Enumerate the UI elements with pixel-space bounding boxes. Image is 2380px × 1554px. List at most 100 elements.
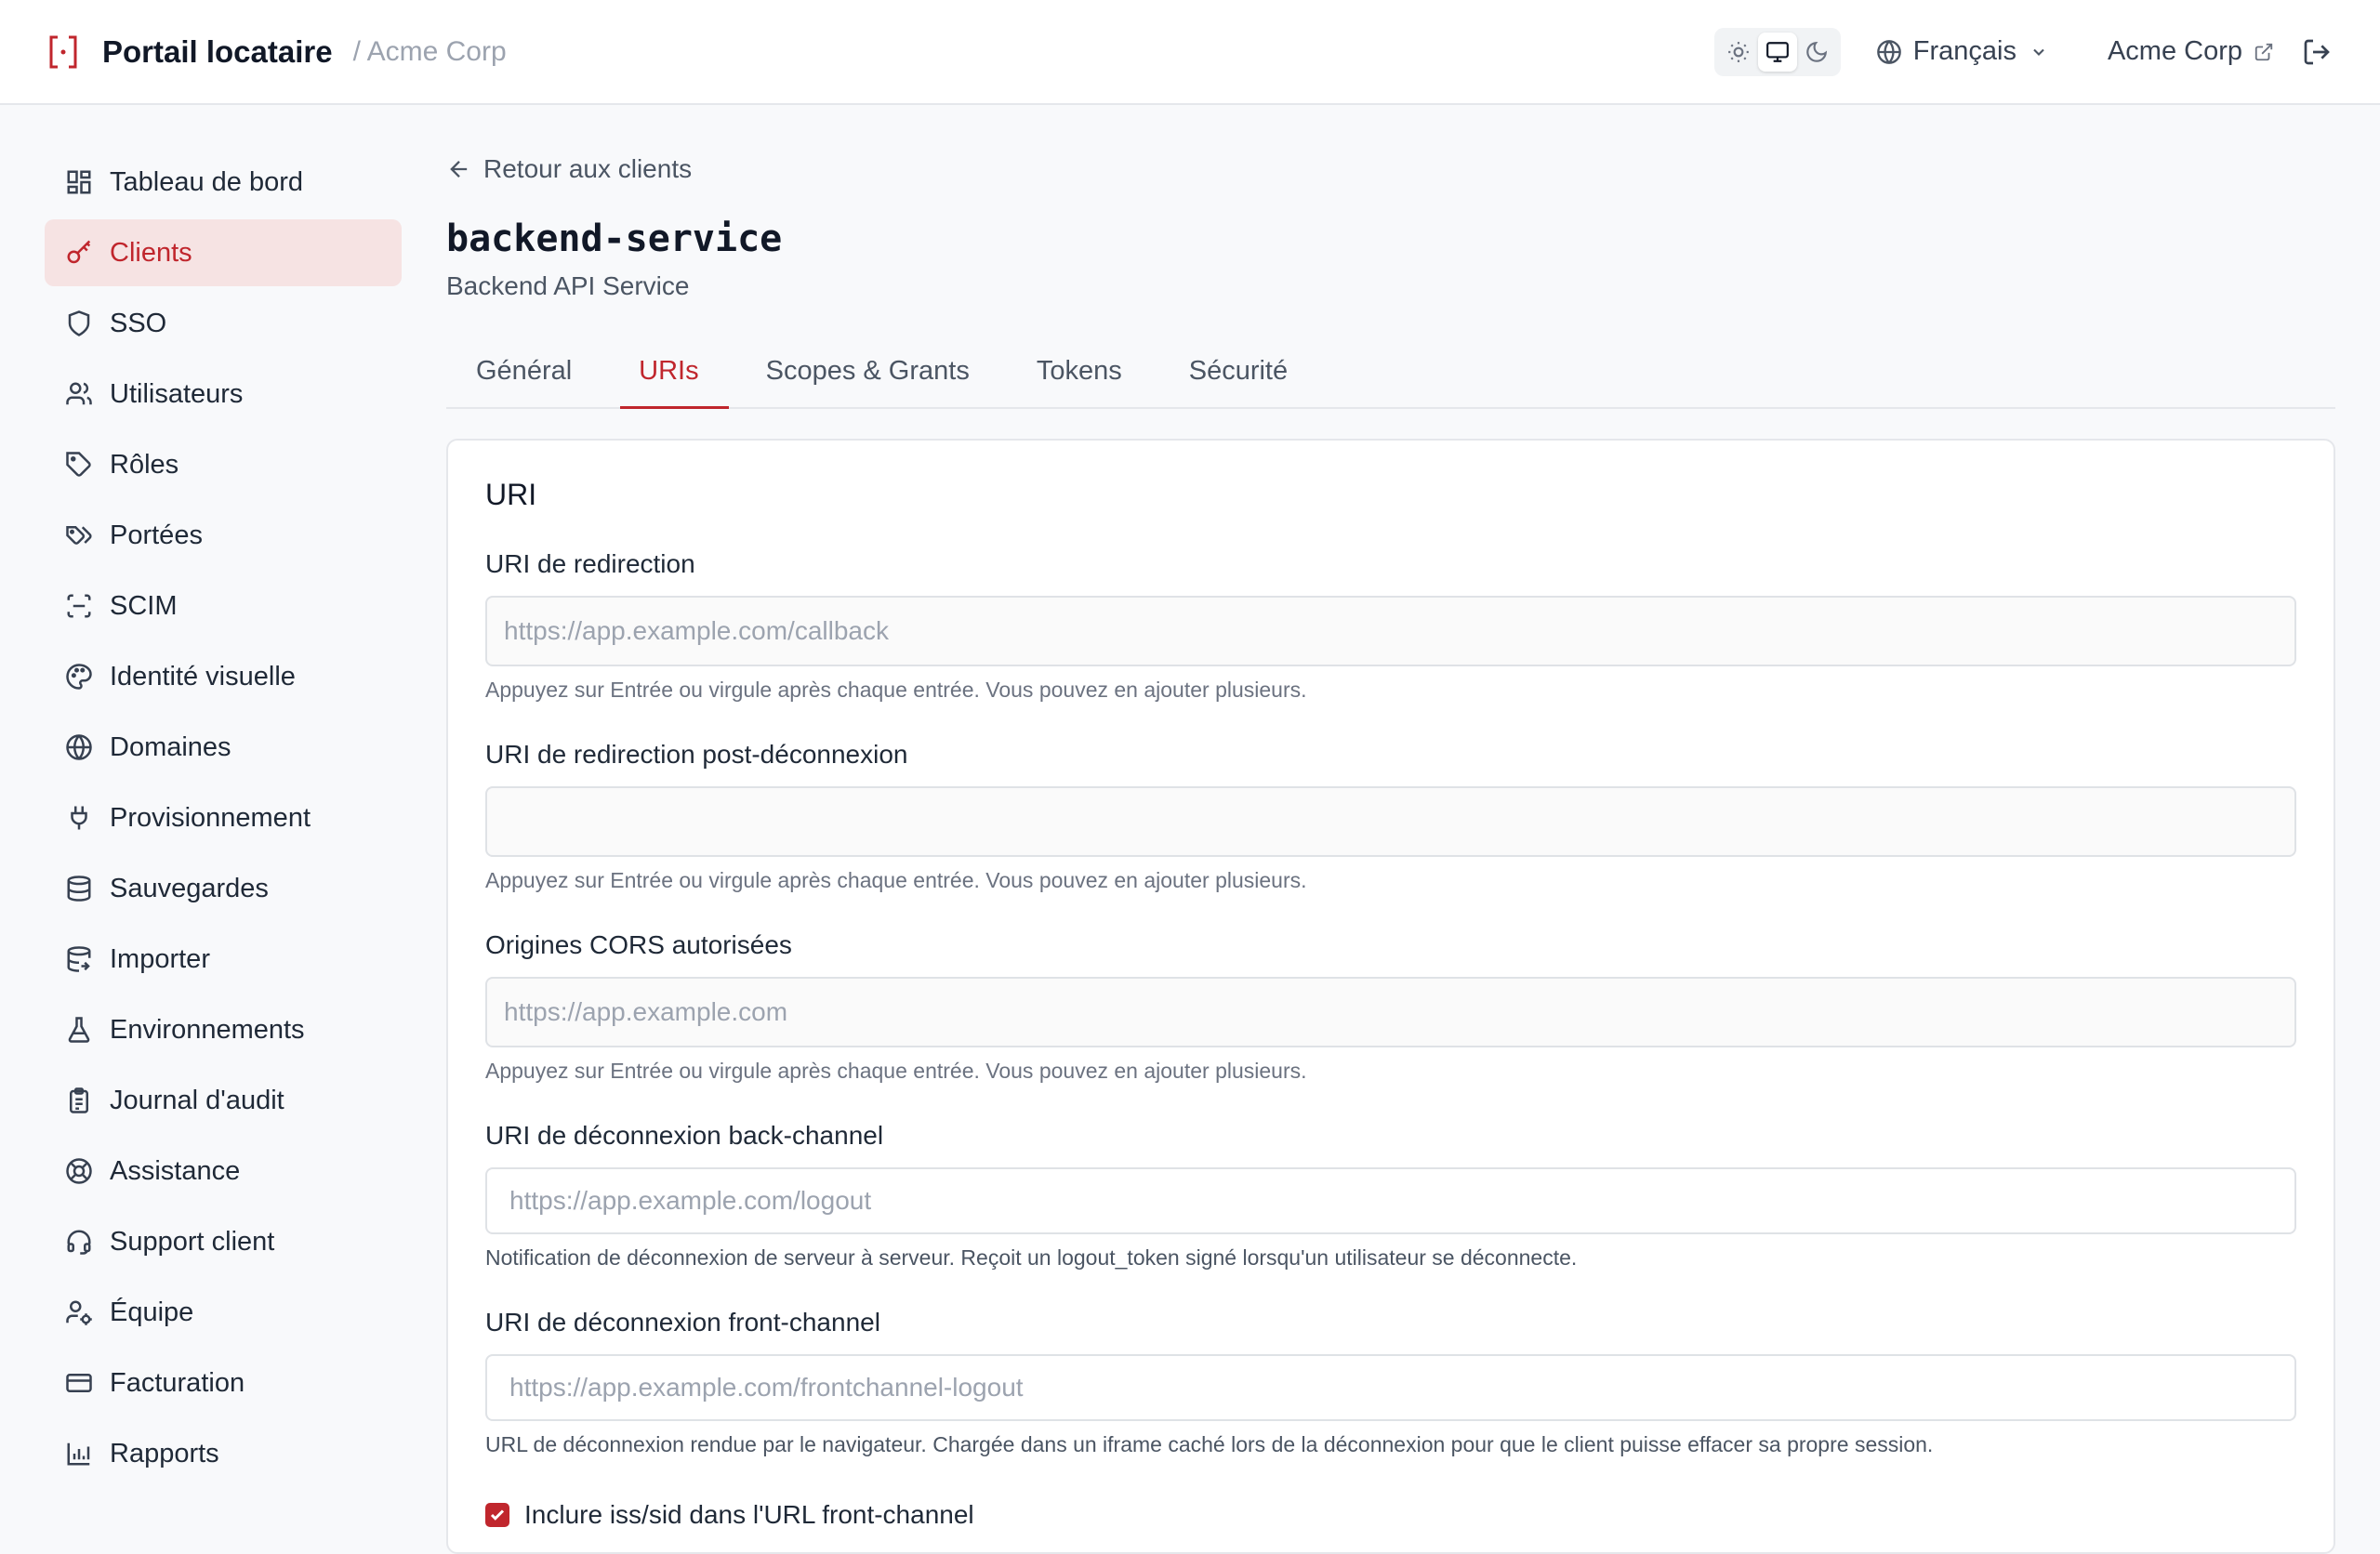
field-label: URI de déconnexion back-channel	[485, 1121, 884, 1150]
sidebar-item-reports[interactable]: Rapports	[45, 1420, 402, 1487]
theme-light-button[interactable]	[1719, 33, 1758, 72]
app-title[interactable]: Portail locataire	[102, 34, 333, 70]
sidebar-item-label: Rôles	[110, 449, 179, 480]
sidebar-item-label: Provisionnement	[110, 802, 311, 833]
sidebar-item-label: Utilisateurs	[110, 378, 244, 409]
sidebar-item-label: SSO	[110, 308, 167, 338]
checkbox-label: Inclure iss/sid dans l'URL front-channel	[524, 1500, 974, 1529]
language-label: Français	[1912, 36, 2016, 66]
frontchannel-logout-field: URI de déconnexion front-channel https:/…	[485, 1308, 2296, 1457]
redirect-uri-field: URI de redirection https://app.example.c…	[485, 549, 2296, 703]
sidebar-item-billing[interactable]: Facturation	[45, 1350, 402, 1416]
database-import-icon	[67, 946, 91, 972]
sidebar-item-audit-log[interactable]: Journal d'audit	[45, 1067, 402, 1134]
sidebar-item-label: Identité visuelle	[110, 661, 296, 691]
field-help: Appuyez sur Entrée ou virgule après chaq…	[485, 1059, 1307, 1083]
moon-icon	[1806, 41, 1827, 62]
sidebar-item-team[interactable]: Équipe	[45, 1279, 402, 1346]
sidebar-item-label: Tableau de bord	[110, 166, 303, 197]
redirect-uri-input[interactable]: https://app.example.com/callback	[485, 596, 2296, 666]
tags-icon	[66, 526, 92, 545]
brand-logo-icon[interactable]	[45, 33, 82, 71]
org-external-link[interactable]: Acme Corp	[2108, 36, 2274, 67]
sidebar-nav: Tableau de bord Clients SSO Utilisateurs…	[45, 149, 402, 1491]
external-link-icon	[2254, 43, 2273, 60]
sidebar-item-scim[interactable]: SCIM	[45, 573, 402, 639]
theme-dark-button[interactable]	[1797, 33, 1836, 72]
tab-general[interactable]: Général	[446, 335, 602, 407]
user-cog-icon	[66, 1300, 92, 1325]
card-title: URI	[485, 478, 537, 511]
tag-icon	[66, 452, 91, 477]
sidebar-item-branding[interactable]: Identité visuelle	[45, 643, 402, 710]
sidebar-item-label: Rapports	[110, 1438, 219, 1468]
sidebar-item-customer-support[interactable]: Support client	[45, 1208, 402, 1275]
field-label: URI de déconnexion front-channel	[485, 1308, 880, 1337]
chevron-down-icon	[2033, 48, 2044, 56]
tab-security[interactable]: Sécurité	[1159, 335, 1317, 407]
cors-origins-input[interactable]: https://app.example.com	[485, 977, 2296, 1047]
include-iss-sid-checkbox[interactable]	[485, 1503, 509, 1527]
sidebar-item-sso[interactable]: SSO	[45, 290, 402, 357]
tab-uris[interactable]: URIs	[609, 335, 730, 409]
sidebar-item-label: Environnements	[110, 1014, 305, 1045]
theme-switcher	[1713, 27, 1841, 76]
org-link-label: Acme Corp	[2107, 36, 2242, 66]
sun-icon	[1727, 41, 1749, 62]
globe-icon	[1876, 39, 1901, 64]
post-logout-redirect-field: URI de redirection post-déconnexion Appu…	[485, 740, 2296, 893]
logout-icon	[2304, 39, 2330, 64]
language-selector[interactable]: Français	[1876, 36, 2059, 67]
backchannel-logout-input[interactable]: https://app.example.com/logout	[485, 1167, 2296, 1234]
database-icon	[67, 876, 91, 902]
back-to-clients-link[interactable]: Retour aux clients	[446, 149, 2335, 190]
field-help: Appuyez sur Entrée ou virgule après chaq…	[485, 868, 1307, 892]
sidebar-item-import[interactable]: Importer	[45, 926, 402, 993]
field-label: Origines CORS autorisées	[485, 930, 792, 959]
clipboard-icon	[70, 1087, 88, 1113]
sidebar-item-label: Assistance	[110, 1155, 241, 1186]
cors-origins-field: Origines CORS autorisées https://app.exa…	[485, 930, 2296, 1084]
sidebar-item-label: Importer	[110, 943, 210, 974]
page-title: backend-service	[446, 217, 783, 260]
org-breadcrumb: / Acme Corp	[352, 35, 507, 67]
dashboard-icon	[67, 170, 91, 194]
sidebar-item-clients[interactable]: Clients	[45, 219, 402, 286]
sidebar-item-scopes[interactable]: Portées	[45, 502, 402, 569]
plug-icon	[71, 806, 87, 830]
sidebar-item-label: Sauvegardes	[110, 873, 269, 903]
sidebar-item-provisioning[interactable]: Provisionnement	[45, 784, 402, 851]
field-label: URI de redirection	[485, 549, 695, 578]
back-label: Retour aux clients	[483, 154, 693, 183]
scan-icon	[67, 594, 91, 618]
sidebar-item-label: Journal d'audit	[110, 1085, 284, 1115]
sidebar-item-backups[interactable]: Sauvegardes	[45, 855, 402, 922]
logout-button[interactable]	[2298, 33, 2335, 71]
sidebar-item-users[interactable]: Utilisateurs	[45, 361, 402, 428]
field-help: Notification de déconnexion de serveur à…	[485, 1245, 1578, 1270]
page-subtitle: Backend API Service	[446, 271, 690, 300]
bar-chart-icon	[67, 1442, 90, 1466]
top-bar: Portail locataire / Acme Corp Français A…	[0, 0, 2380, 105]
tab-scopes-grants[interactable]: Scopes & Grants	[736, 335, 999, 407]
palette-icon	[66, 664, 92, 690]
field-help: URL de déconnexion rendue par le navigat…	[485, 1432, 1934, 1456]
post-logout-redirect-input[interactable]	[485, 786, 2296, 857]
sidebar-item-roles[interactable]: Rôles	[45, 431, 402, 498]
credit-card-icon	[66, 1374, 92, 1392]
flask-icon	[68, 1017, 90, 1043]
sidebar-item-label: Équipe	[110, 1297, 194, 1327]
sidebar-item-environments[interactable]: Environnements	[45, 996, 402, 1063]
main-content: Retour aux clients backend-service Backe…	[446, 149, 2335, 1554]
sidebar-item-label: SCIM	[110, 590, 178, 621]
frontchannel-logout-input[interactable]: https://app.example.com/frontchannel-log…	[485, 1354, 2296, 1421]
sidebar-item-dashboard[interactable]: Tableau de bord	[45, 149, 402, 216]
sidebar-item-label: Facturation	[110, 1367, 245, 1398]
sidebar-item-domains[interactable]: Domaines	[45, 714, 402, 781]
sidebar-item-label: Clients	[110, 237, 192, 268]
tab-tokens[interactable]: Tokens	[1007, 335, 1152, 407]
field-help: Appuyez sur Entrée ou virgule après chaq…	[485, 678, 1307, 702]
sidebar-item-assistance[interactable]: Assistance	[45, 1138, 402, 1205]
lifebuoy-icon	[66, 1158, 92, 1184]
theme-system-button[interactable]	[1757, 32, 1797, 72]
